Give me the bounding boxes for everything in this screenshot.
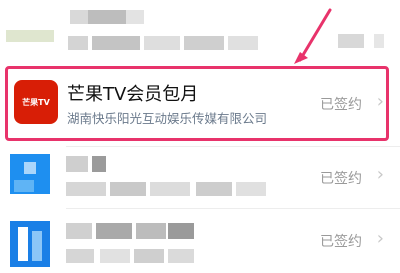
subscription-company: 湖南快乐阳光互动娱乐传媒有限公司	[67, 111, 268, 126]
obscured-text	[228, 36, 258, 50]
obscured-icon	[6, 30, 54, 42]
obscured-icon	[32, 231, 42, 261]
obscured-text	[88, 10, 126, 24]
obscured-icon	[14, 180, 34, 192]
obscured-text	[134, 249, 164, 263]
obscured-icon	[24, 162, 36, 174]
obscured-text	[168, 223, 194, 239]
obscured-text	[100, 249, 130, 263]
obscured-text	[96, 223, 132, 239]
obscured-status	[338, 34, 364, 48]
obscured-text	[92, 156, 106, 172]
obscured-text	[144, 36, 180, 50]
obscured-text	[92, 36, 140, 50]
subscription-status: 已签约	[320, 234, 362, 250]
chevron-right-icon[interactable]: ›	[377, 228, 384, 249]
obscured-icon	[10, 221, 50, 267]
mango-tv-icon-label: 芒果TV	[22, 97, 50, 107]
chevron-right-icon[interactable]: ›	[377, 164, 384, 185]
subscription-status: 已签约	[320, 171, 362, 187]
subscription-row-1[interactable]	[0, 0, 400, 62]
obscured-text	[68, 36, 88, 50]
subscription-title: 芒果TV会员包月	[67, 84, 199, 105]
subscription-status: 已签约	[320, 97, 362, 113]
obscured-text	[66, 182, 106, 196]
obscured-text	[136, 223, 166, 239]
mango-tv-app-icon: 芒果TV	[14, 80, 58, 124]
obscured-text	[168, 249, 194, 263]
obscured-text	[70, 10, 88, 24]
obscured-text	[66, 249, 94, 263]
obscured-icon	[18, 227, 28, 261]
obscured-text	[150, 182, 190, 196]
obscured-text	[110, 182, 146, 196]
obscured-text	[66, 156, 88, 172]
obscured-text	[184, 36, 224, 50]
chevron-right-icon[interactable]: ›	[377, 91, 384, 112]
obscured-text	[236, 182, 266, 196]
obscured-text	[196, 182, 232, 196]
obscured-text	[66, 223, 92, 239]
obscured-chevron	[374, 34, 384, 48]
obscured-text	[126, 10, 144, 24]
